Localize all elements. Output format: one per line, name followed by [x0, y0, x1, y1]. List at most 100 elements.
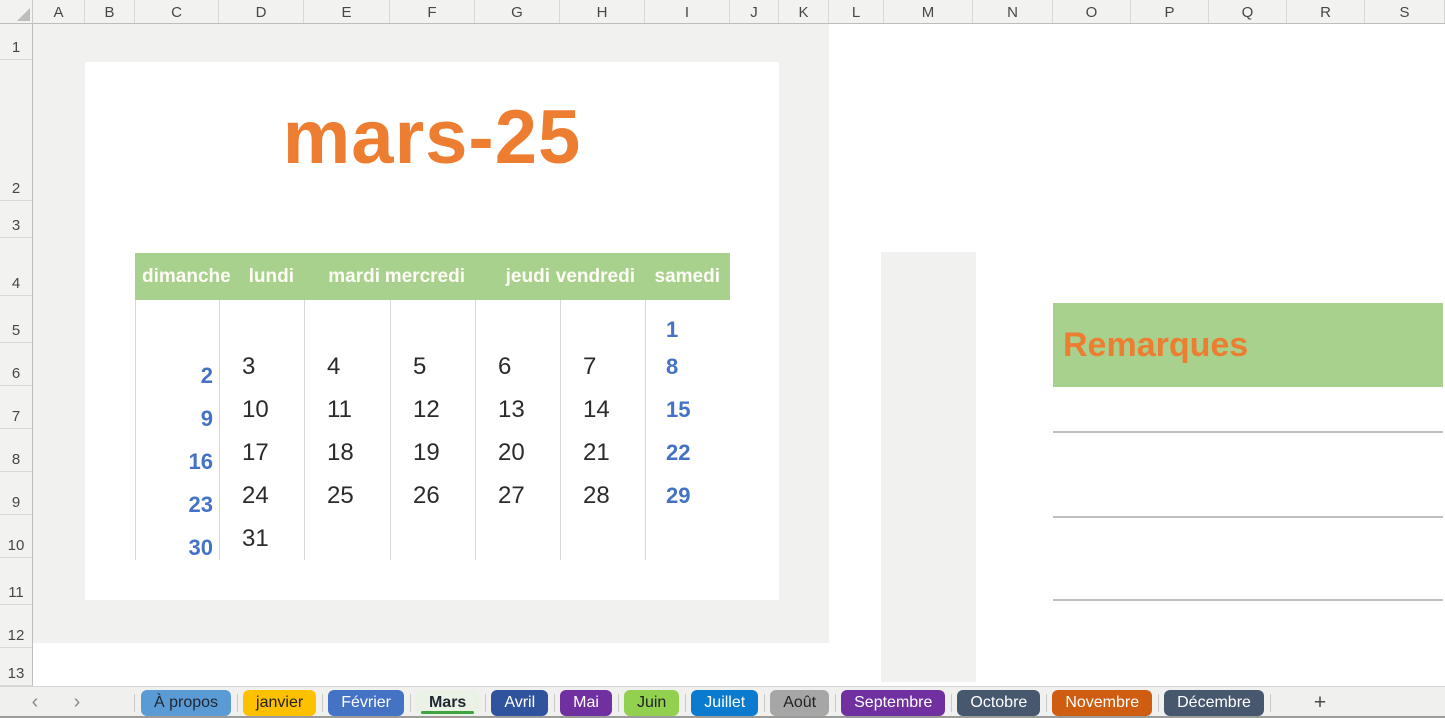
- sheet-tab-janvier[interactable]: janvier: [243, 690, 316, 716]
- select-all-corner[interactable]: [0, 0, 33, 24]
- calendar-day-cell[interactable]: 22: [645, 431, 730, 474]
- calendar-day-cell[interactable]: 2: [135, 345, 219, 388]
- sheet-tab-avril[interactable]: Avril: [491, 690, 548, 716]
- sheet-tab-mars[interactable]: Mars: [416, 690, 479, 716]
- calendar-day-cell[interactable]: 16: [135, 431, 219, 474]
- row-header[interactable]: 12: [0, 605, 32, 648]
- calendar-day-cell[interactable]: [560, 300, 645, 345]
- calendar-day-cell[interactable]: [219, 300, 304, 345]
- calendar-day-cell[interactable]: [304, 300, 390, 345]
- calendar-day-cell[interactable]: 18: [304, 431, 390, 474]
- calendar-day-cell[interactable]: 14: [560, 388, 645, 431]
- calendar-day-cell[interactable]: 30: [135, 517, 219, 560]
- calendar-day-cell[interactable]: [390, 517, 475, 560]
- column-header[interactable]: M: [884, 0, 973, 23]
- row-header[interactable]: 8: [0, 429, 32, 472]
- column-header[interactable]: N: [973, 0, 1053, 23]
- column-header[interactable]: H: [560, 0, 645, 23]
- sheet-tab-août[interactable]: Août: [770, 690, 829, 716]
- calendar-day-cell[interactable]: 17: [219, 431, 304, 474]
- calendar-day-cell[interactable]: 15: [645, 388, 730, 431]
- sheet-tab-septembre[interactable]: Septembre: [841, 690, 945, 716]
- calendar-day-cell[interactable]: 27: [475, 474, 560, 517]
- calendar-day-cell[interactable]: 24: [219, 474, 304, 517]
- column-header[interactable]: D: [219, 0, 304, 23]
- sheet-area[interactable]: mars-25 dimanchelundimardimercredijeudiv…: [33, 24, 1445, 686]
- column-header[interactable]: Q: [1209, 0, 1287, 23]
- calendar-day-cell[interactable]: 29: [645, 474, 730, 517]
- calendar-day-cell[interactable]: 10: [219, 388, 304, 431]
- row-header[interactable]: 1: [0, 24, 32, 60]
- sheet-tab-mai[interactable]: Mai: [560, 690, 612, 716]
- sheet-tab-décembre[interactable]: Décembre: [1164, 690, 1264, 716]
- calendar-day-header-cell[interactable]: jeudi: [475, 253, 560, 300]
- calendar-day-cell[interactable]: 8: [645, 345, 730, 388]
- calendar-month-title[interactable]: mars-25: [85, 100, 779, 176]
- calendar-day-cell[interactable]: [475, 300, 560, 345]
- row-header[interactable]: 9: [0, 472, 32, 515]
- calendar-day-cell[interactable]: 31: [219, 517, 304, 560]
- calendar-day-cell[interactable]: 11: [304, 388, 390, 431]
- calendar-day-header-cell[interactable]: lundi: [219, 253, 304, 300]
- column-header[interactable]: A: [33, 0, 85, 23]
- column-header[interactable]: E: [304, 0, 390, 23]
- row-header[interactable]: 5: [0, 296, 32, 343]
- calendar-day-header-cell[interactable]: mardi: [304, 253, 390, 300]
- column-header[interactable]: O: [1053, 0, 1131, 23]
- column-header[interactable]: C: [135, 0, 219, 23]
- calendar-day-cell[interactable]: 7: [560, 345, 645, 388]
- calendar-day-cell[interactable]: 6: [475, 345, 560, 388]
- sheet-tab-juin[interactable]: Juin: [624, 690, 679, 716]
- sheet-tab-février[interactable]: Février: [328, 690, 404, 716]
- calendar-day-cell[interactable]: 1: [645, 300, 730, 345]
- column-header[interactable]: B: [85, 0, 135, 23]
- calendar-day-cell[interactable]: 28: [560, 474, 645, 517]
- tab-scroll-right-icon[interactable]: ›: [66, 689, 88, 715]
- tab-scroll-left-icon[interactable]: ‹: [24, 689, 46, 715]
- calendar-day-cell[interactable]: [390, 300, 475, 345]
- calendar-day-cell[interactable]: 3: [219, 345, 304, 388]
- row-header[interactable]: 13: [0, 648, 32, 686]
- column-header[interactable]: K: [779, 0, 829, 23]
- column-header[interactable]: L: [829, 0, 884, 23]
- calendar-day-cell[interactable]: 9: [135, 388, 219, 431]
- row-header[interactable]: 7: [0, 386, 32, 429]
- calendar-day-header-cell[interactable]: dimanche: [135, 253, 219, 300]
- sheet-tab-novembre[interactable]: Novembre: [1052, 690, 1152, 716]
- row-header[interactable]: 6: [0, 343, 32, 386]
- calendar-day-cell[interactable]: 13: [475, 388, 560, 431]
- calendar-day-cell[interactable]: [645, 517, 730, 560]
- column-header[interactable]: R: [1287, 0, 1365, 23]
- sheet-tab-octobre[interactable]: Octobre: [957, 690, 1040, 716]
- calendar-day-cell[interactable]: [304, 517, 390, 560]
- sheet-tab-à-propos[interactable]: À propos: [141, 690, 231, 716]
- calendar-day-cell[interactable]: 19: [390, 431, 475, 474]
- column-header[interactable]: J: [730, 0, 779, 23]
- column-header[interactable]: G: [475, 0, 560, 23]
- calendar-day-cell[interactable]: 4: [304, 345, 390, 388]
- calendar-day-cell[interactable]: 5: [390, 345, 475, 388]
- column-header[interactable]: S: [1365, 0, 1445, 23]
- row-header[interactable]: 10: [0, 515, 32, 558]
- column-header[interactable]: I: [645, 0, 730, 23]
- row-header[interactable]: 3: [0, 201, 32, 238]
- column-header[interactable]: P: [1131, 0, 1209, 23]
- row-header[interactable]: 2: [0, 60, 32, 201]
- calendar-day-cell[interactable]: [475, 517, 560, 560]
- sheet-tab-juillet[interactable]: Juillet: [691, 690, 758, 716]
- calendar-day-cell[interactable]: 26: [390, 474, 475, 517]
- row-header[interactable]: 11: [0, 558, 32, 605]
- column-header[interactable]: F: [390, 0, 475, 23]
- calendar-day-cell[interactable]: 12: [390, 388, 475, 431]
- calendar-day-header-cell[interactable]: mercredi: [390, 253, 475, 300]
- calendar-day-cell[interactable]: 21: [560, 431, 645, 474]
- remarks-banner[interactable]: Remarques: [1053, 303, 1443, 387]
- calendar-day-header-cell[interactable]: vendredi: [560, 253, 645, 300]
- calendar-day-cell[interactable]: 25: [304, 474, 390, 517]
- calendar-day-cell[interactable]: 20: [475, 431, 560, 474]
- calendar-day-cell[interactable]: [135, 300, 219, 345]
- calendar-day-header-cell[interactable]: samedi: [645, 253, 730, 300]
- calendar-day-cell[interactable]: 23: [135, 474, 219, 517]
- calendar-day-cell[interactable]: [560, 517, 645, 560]
- row-header[interactable]: 4: [0, 238, 32, 296]
